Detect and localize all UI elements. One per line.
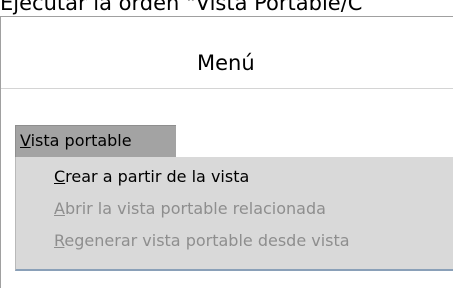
menu-item-mnemonic: C bbox=[54, 167, 66, 186]
vista-portable-dropdown: Crear a partir de la vista Abrir la vist… bbox=[15, 157, 453, 271]
menu-item-crear-desde-vista[interactable]: Crear a partir de la vista bbox=[54, 167, 249, 186]
window-title: Menú bbox=[197, 51, 255, 75]
menu-vista-portable-label: ista portable bbox=[30, 131, 132, 150]
menu-item-label: brir la vista portable relacionada bbox=[64, 199, 326, 218]
menu-item-mnemonic: A bbox=[54, 199, 65, 218]
menu-item-regenerar-vista: Regenerar vista portable desde vista bbox=[54, 231, 350, 250]
menu-item-label: rear a partir de la vista bbox=[65, 167, 250, 186]
menu-item-label: egenerar vista portable desde vista bbox=[64, 231, 350, 250]
menu-item-mnemonic: R bbox=[54, 231, 65, 250]
menu-item-abrir-vista-relacionada: Abrir la vista portable relacionada bbox=[54, 199, 326, 218]
menu-window: Menú Vista portable Crear a partir de la… bbox=[0, 16, 453, 288]
instruction-caption: Ejecutar la orden "Vista Portable/C bbox=[0, 0, 363, 15]
menu-vista-portable[interactable]: Vista portable bbox=[15, 125, 176, 158]
menu-vista-portable-mnemonic: V bbox=[20, 131, 31, 150]
